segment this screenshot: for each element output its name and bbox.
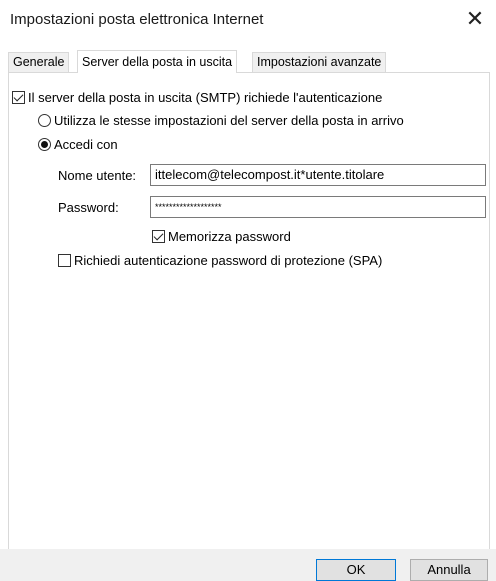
same-settings-radio-row[interactable]: Utilizza le stesse impostazioni del serv… [38, 113, 404, 128]
tab-generale[interactable]: Generale [8, 52, 70, 72]
username-field[interactable]: ittelecom@telecompost.it*utente.titolare [150, 164, 486, 186]
remember-password-row[interactable]: Memorizza password [152, 229, 291, 244]
ok-button[interactable]: OK [316, 559, 396, 581]
close-icon[interactable]: ✕ [462, 6, 488, 32]
cancel-button[interactable]: Annulla [410, 559, 488, 581]
login-radio-row[interactable]: Accedi con [38, 137, 118, 152]
login-radio[interactable] [38, 138, 51, 151]
password-label: Password: [58, 200, 119, 215]
smtp-auth-checkbox[interactable] [12, 91, 25, 104]
spa-label: Richiedi autenticazione password di prot… [74, 253, 383, 268]
tab-impostazioni-avanzate[interactable]: Impostazioni avanzate [252, 52, 387, 72]
password-field[interactable]: ******************* [150, 196, 486, 218]
tab-server-posta-uscita[interactable]: Server della posta in uscita [77, 50, 238, 73]
smtp-auth-label: Il server della posta in uscita (SMTP) r… [28, 90, 383, 105]
same-settings-label: Utilizza le stesse impostazioni del serv… [54, 113, 404, 128]
login-label: Accedi con [54, 137, 118, 152]
username-label: Nome utente: [58, 168, 137, 183]
spa-checkbox[interactable] [58, 254, 71, 267]
remember-password-checkbox[interactable] [152, 230, 165, 243]
title-bar: Impostazioni posta elettronica Internet … [0, 0, 496, 40]
same-settings-radio[interactable] [38, 114, 51, 127]
spa-checkbox-row[interactable]: Richiedi autenticazione password di prot… [58, 253, 382, 268]
smtp-auth-checkbox-row[interactable]: Il server della posta in uscita (SMTP) r… [12, 90, 382, 105]
window-title: Impostazioni posta elettronica Internet [10, 11, 264, 28]
remember-password-label: Memorizza password [168, 229, 291, 244]
